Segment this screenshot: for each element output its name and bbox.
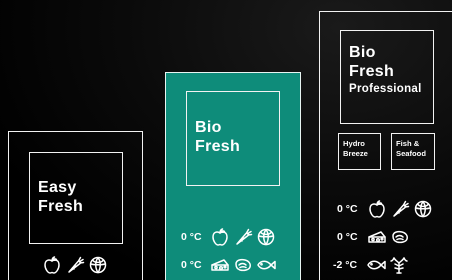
cheese-icon (210, 256, 230, 274)
fish-icon (256, 256, 276, 274)
bio-fresh-title-line2: Fresh (195, 137, 241, 155)
bio-fresh-professional-title-line3: Professional (349, 82, 422, 95)
easy-fresh-title: Easy Fresh (38, 179, 83, 217)
bio-fresh-label-frame: Bio Fresh (186, 91, 280, 186)
bio-fresh-title-line1: Bio (195, 119, 222, 136)
fish-seafood-line2: Seafood (396, 149, 426, 159)
bio-fresh-row-1: 0 °C (181, 228, 276, 246)
professional-row-1-temp: 0 °C (337, 203, 358, 215)
fish-icon (366, 256, 386, 274)
bio-fresh-panel: Bio Fresh 0 °C 0 °C (165, 72, 301, 280)
meat-icon (390, 228, 410, 246)
easy-fresh-label-frame: Easy Fresh (29, 152, 123, 244)
easy-fresh-icon-row (39, 256, 108, 274)
cheese-icon (367, 228, 387, 246)
shellfish-icon (389, 256, 409, 274)
bio-fresh-professional-title-line2: Fresh (349, 62, 395, 80)
cabbage-icon (256, 228, 276, 246)
professional-row-2: 0 °C (337, 228, 410, 246)
carrot-icon (233, 228, 253, 246)
bio-fresh-professional-panel: Bio Fresh Professional Hydro Breeze Fish… (319, 11, 452, 280)
professional-row-3-temp: -2 °C (333, 259, 358, 271)
bio-fresh-professional-title-line1: Bio (349, 44, 376, 61)
fish-seafood-zone: Fish & Seafood (391, 133, 435, 170)
easy-fresh-title-line1: Easy (38, 179, 77, 196)
carrot-icon (65, 256, 85, 274)
hydro-breeze-line1: Hydro (343, 139, 365, 148)
professional-row-3: -2 °C (333, 256, 409, 274)
hydro-breeze-zone: Hydro Breeze (338, 133, 381, 170)
cabbage-icon (88, 256, 108, 274)
apple-icon (367, 200, 387, 218)
cabbage-icon (413, 200, 433, 218)
bio-fresh-professional-title: Bio Fresh Professional (349, 44, 422, 96)
meat-icon (233, 256, 253, 274)
apple-icon (210, 228, 230, 246)
bio-fresh-row-2: 0 °C (181, 256, 276, 274)
bio-fresh-row-2-temp: 0 °C (181, 259, 202, 271)
easy-fresh-title-line2: Fresh (38, 197, 84, 215)
bio-fresh-row-1-temp: 0 °C (181, 231, 202, 243)
carrot-icon (390, 200, 410, 218)
hydro-breeze-line2: Breeze (343, 149, 368, 159)
easy-fresh-panel: Easy Fresh (8, 131, 143, 280)
bio-fresh-professional-label-frame: Bio Fresh Professional (340, 30, 434, 124)
professional-row-1: 0 °C (337, 200, 433, 218)
fish-seafood-line1: Fish & (396, 139, 420, 148)
professional-row-2-temp: 0 °C (337, 231, 358, 243)
bio-fresh-title: Bio Fresh (195, 119, 240, 157)
apple-icon (42, 256, 62, 274)
